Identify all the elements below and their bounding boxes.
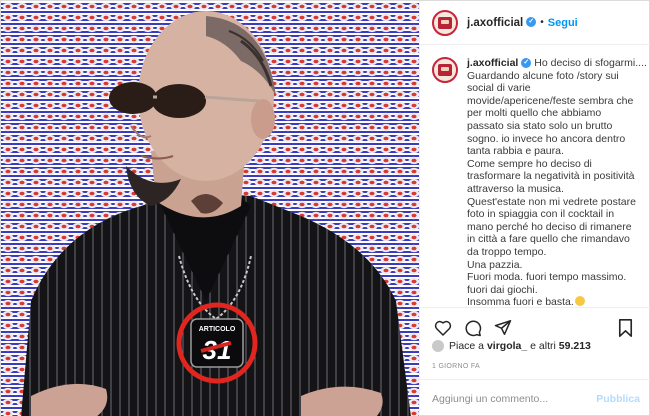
caption-line: fuori dai giochi.: [467, 283, 538, 296]
caption-line: tanta rabbia e paura.: [467, 145, 564, 158]
caption-line: per molti quello che abbiamo: [467, 107, 602, 120]
separator-dot: •: [540, 17, 544, 28]
caption-line: Insomma fuori e basta.: [467, 296, 574, 307]
caption-line: passato sia stato solo un brutto: [467, 119, 613, 132]
caption-line: Guardando alcune foto /story sui: [467, 69, 619, 82]
caption-line: Come sempre ho deciso di: [467, 157, 592, 170]
caption-line: in città a fare quello che rimandavo: [467, 233, 630, 246]
caption-line: attraverso la musica.: [467, 182, 564, 195]
header-username[interactable]: j.axofficial ✓: [467, 17, 537, 29]
person-illustration: ARTICOLO 31: [21, 11, 411, 416]
likes-count-link[interactable]: 59.213: [559, 340, 591, 352]
liker-avatar[interactable]: [432, 340, 444, 352]
publish-button[interactable]: Pubblica: [596, 393, 640, 405]
caption-line: foto in spiaggia con il cocktail in: [467, 208, 615, 221]
pendant-text-top: ARTICOLO: [199, 326, 236, 333]
caption-line: mano perché ho deciso di rimanere: [467, 220, 632, 233]
caption-line: Una pazzia.: [467, 258, 523, 271]
heart-icon[interactable]: [432, 317, 454, 339]
share-icon[interactable]: [492, 317, 514, 339]
profile-avatar[interactable]: [432, 9, 458, 36]
post-timestamp[interactable]: 1 GIORNO FA: [432, 363, 480, 370]
caption-section: j.axofficial ✓ Ho deciso di sfogarmi.... …: [420, 57, 650, 307]
comment-input[interactable]: [432, 392, 582, 405]
caption-line: movide/apericene/feste sembra che: [467, 94, 634, 107]
likes-summary: Piace a virgola_ e altri 59.213: [432, 340, 591, 352]
post-side-panel: j.axofficial ✓ • Segui j.axofficial ✓ Ho d…: [419, 1, 650, 416]
caption-line: social di varie: [467, 82, 531, 95]
comment-form: Pubblica: [420, 379, 650, 416]
caption-line: Quest'estate non mi vedrete postare: [467, 195, 636, 208]
instagram-post: ARTICOLO 31 j.axofficial ✓ • Segui j.axof…: [0, 0, 650, 416]
caption-line: trasformare la negatività in positività: [467, 170, 635, 183]
post-photo[interactable]: ARTICOLO 31: [1, 1, 419, 416]
caption-text: j.axofficial ✓ Ho deciso di sfogarmi.... …: [467, 57, 647, 307]
follow-button[interactable]: Segui: [548, 17, 578, 29]
verified-icon: ✓: [526, 17, 537, 28]
verified-icon: ✓: [521, 58, 532, 69]
caption-line: da troppo tempo.: [467, 245, 547, 258]
caption-line: Ho deciso di sfogarmi....: [534, 57, 647, 69]
comment-icon[interactable]: [462, 317, 484, 339]
caption-username[interactable]: j.axofficial ✓: [467, 57, 532, 69]
likes-user-link[interactable]: virgola_: [487, 340, 527, 352]
caption-line: Fuori moda. fuori tempo massimo.: [467, 271, 627, 284]
caption-line: sogno. io invece ho ancora dentro: [467, 132, 626, 145]
bookmark-icon[interactable]: [614, 317, 636, 339]
caption-avatar[interactable]: [432, 57, 458, 83]
likes-prefix: Piace a: [449, 340, 485, 352]
likes-middle: e altri: [530, 340, 556, 352]
post-header: j.axofficial ✓ • Segui: [420, 1, 650, 45]
emoji-laughing-icon: [574, 296, 585, 307]
